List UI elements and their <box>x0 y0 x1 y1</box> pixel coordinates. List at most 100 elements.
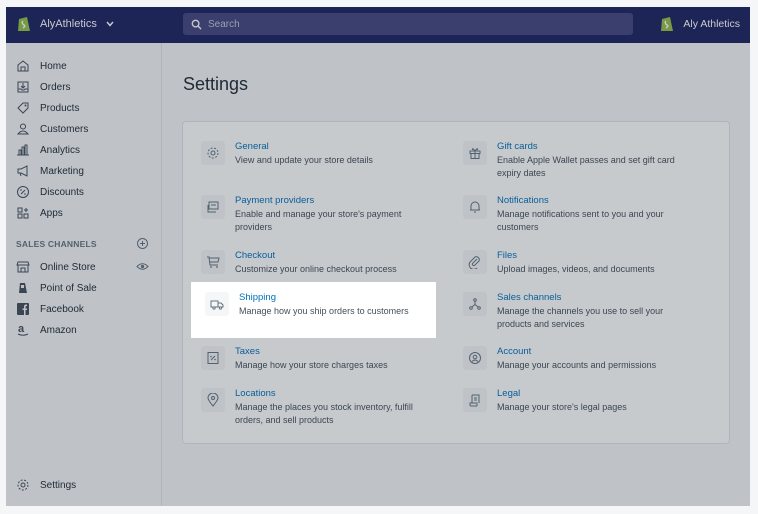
avatar <box>661 17 674 31</box>
tile-description: View and update your store details <box>235 155 373 165</box>
tile-description: Enable Apple Wallet passes and set gift … <box>497 155 675 178</box>
tile-title: Account <box>497 346 532 357</box>
megaphone-icon <box>17 165 28 177</box>
sidebar-item-point-of-sale[interactable]: Point of Sale <box>16 281 97 295</box>
tile-title: Taxes <box>235 346 260 357</box>
settings-tile-shipping[interactable]: Shipping Manage how you ship orders to cu… <box>205 292 439 318</box>
sidebar-item-label: Settings <box>40 479 77 491</box>
discount-icon <box>17 186 29 198</box>
sidebar-item-marketing[interactable]: Marketing <box>16 164 84 178</box>
tile-title: Checkout <box>235 250 276 261</box>
paperclip-icon <box>468 256 480 269</box>
sidebar-item-label: Discounts <box>40 186 84 198</box>
sidebar: Home Orders Products Customers Analytics… <box>6 43 162 506</box>
facebook-icon <box>17 303 29 315</box>
bell-icon <box>470 201 480 213</box>
settings-tile-notifications[interactable]: Notifications Manage notifications sent t… <box>463 195 697 234</box>
sidebar-item-label: Marketing <box>40 165 84 177</box>
sales-channels-heading: SALES CHANNELS <box>16 239 97 249</box>
sidebar-item-apps[interactable]: Apps <box>16 206 63 220</box>
legal-icon <box>469 394 480 407</box>
sidebar-item-orders[interactable]: Orders <box>16 80 71 94</box>
sidebar-item-label: Home <box>40 60 67 72</box>
sidebar-item-home[interactable]: Home <box>16 59 67 73</box>
settings-tile-taxes[interactable]: Taxes Manage how your store charges taxes <box>201 346 435 372</box>
store-icon <box>16 261 30 273</box>
tile-title: Locations <box>235 388 276 399</box>
tile-title: Shipping <box>239 292 276 303</box>
sidebar-item-label: Analytics <box>40 144 81 156</box>
tile-title: Notifications <box>497 195 549 206</box>
pos-icon <box>19 283 27 293</box>
shopify-logo-icon <box>18 17 30 31</box>
home-icon <box>17 60 29 72</box>
bar-chart-icon <box>17 144 29 156</box>
tile-title: Sales channels <box>497 292 562 303</box>
top-bar: AlyAthletics Search Aly Athletics <box>6 7 750 43</box>
tile-title: Payment providers <box>235 195 315 206</box>
main-content: Settings General View and update your sto… <box>162 43 750 506</box>
truck-icon <box>210 300 224 310</box>
cart-icon <box>207 256 220 268</box>
sidebar-item-amazon[interactable]: a Amazon <box>16 323 77 337</box>
tile-title: Gift cards <box>497 141 538 152</box>
app-window: AlyAthletics Search Aly Athletics Home O… <box>6 7 750 506</box>
sidebar-item-products[interactable]: Products <box>16 101 79 115</box>
tile-description: Enable and manage your store's payment p… <box>235 209 402 232</box>
sidebar-item-label: Products <box>40 102 80 114</box>
tile-description: Manage how you ship orders to customers <box>239 306 409 316</box>
tile-description: Manage your store's legal pages <box>497 402 627 412</box>
channels-icon <box>469 298 481 310</box>
sidebar-item-online-store[interactable]: Online Store <box>16 260 96 274</box>
settings-tile-gift-cards[interactable]: Gift cards Enable Apple Wallet passes and… <box>463 141 697 180</box>
tag-icon <box>17 102 29 114</box>
settings-tile-files[interactable]: Files Upload images, videos, and document… <box>463 250 697 276</box>
user-menu[interactable]: Aly Athletics <box>659 15 740 33</box>
payment-icon <box>207 201 219 213</box>
settings-tile-locations[interactable]: Locations Manage the places you stock inv… <box>201 388 435 427</box>
search-placeholder: Search <box>208 18 240 30</box>
page-title: Settings <box>183 74 249 94</box>
sidebar-item-discounts[interactable]: Discounts <box>16 185 84 199</box>
sidebar-item-label: Apps <box>40 207 63 219</box>
sidebar-item-label: Point of Sale <box>40 282 97 294</box>
gift-icon <box>469 148 481 159</box>
tile-description: Customize your online checkout process <box>235 264 397 274</box>
tile-description: Manage notifications sent to you and you… <box>497 209 664 232</box>
settings-tile-checkout[interactable]: Checkout Customize your online checkout p… <box>201 250 435 276</box>
sidebar-item-label: Online Store <box>40 261 96 273</box>
store-name: AlyAthletics <box>40 18 97 30</box>
tile-description: Manage how your store charges taxes <box>235 360 388 370</box>
settings-tile-account[interactable]: Account Manage your accounts and permissi… <box>463 346 697 372</box>
user-name: Aly Athletics <box>683 18 740 30</box>
orders-icon <box>17 81 29 93</box>
sidebar-item-analytics[interactable]: Analytics <box>16 143 80 157</box>
tile-description: Manage your accounts and permissions <box>497 360 657 370</box>
svg-text:a: a <box>18 323 25 335</box>
sidebar-item-facebook[interactable]: Facebook <box>16 302 84 316</box>
sidebar-item-label: Amazon <box>40 324 77 336</box>
sidebar-item-customers[interactable]: Customers <box>16 122 88 136</box>
settings-tile-payment-providers[interactable]: Payment providers Enable and manage your … <box>201 195 435 234</box>
add-channel-icon[interactable] <box>136 237 149 250</box>
store-switcher[interactable]: AlyAthletics <box>16 15 115 33</box>
settings-tile-legal[interactable]: Legal Manage your store's legal pages <box>463 388 697 414</box>
settings-tile-sales-channels[interactable]: Sales channels Manage the channels you us… <box>463 292 697 331</box>
search-input[interactable]: Search <box>183 13 633 35</box>
eye-icon[interactable] <box>136 260 149 273</box>
apps-icon <box>17 207 29 219</box>
tile-description: Manage the places you stock inventory, f… <box>235 402 413 425</box>
chevron-down-icon <box>106 21 114 27</box>
tile-title: Legal <box>497 388 521 399</box>
location-icon <box>207 393 219 407</box>
account-icon <box>469 352 481 364</box>
tile-description: Manage the channels you use to sell your… <box>497 306 664 329</box>
search-icon <box>191 19 202 30</box>
gear-icon <box>207 147 219 159</box>
tile-title: General <box>235 141 269 152</box>
tax-icon <box>207 352 219 364</box>
sidebar-item-settings[interactable]: Settings <box>16 478 76 492</box>
amazon-icon: a <box>17 323 29 336</box>
settings-tile-general[interactable]: General View and update your store detail… <box>201 141 435 167</box>
gear-icon <box>17 479 29 491</box>
